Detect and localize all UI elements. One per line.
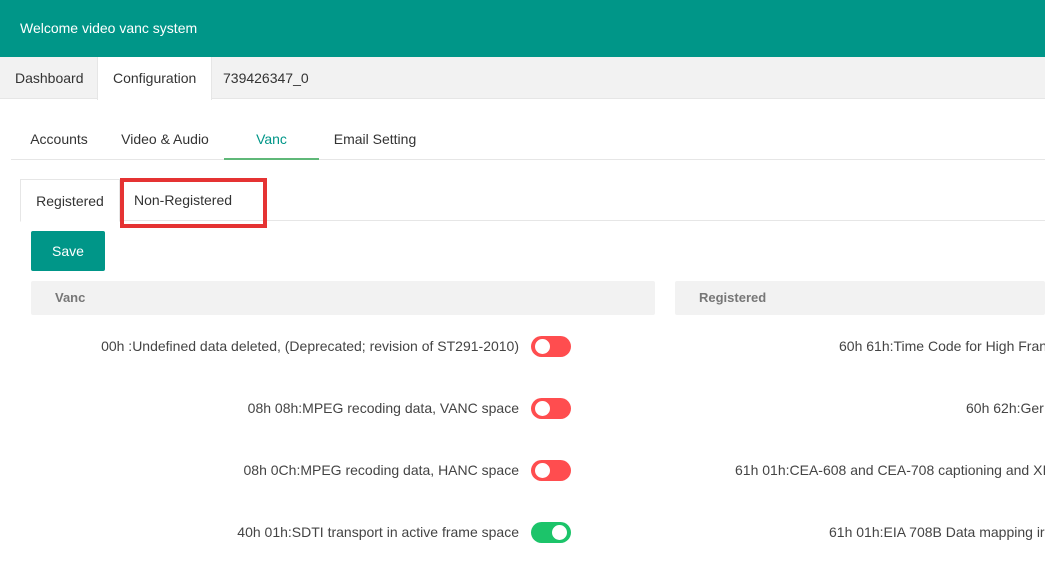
- subtab-video-audio[interactable]: Video & Audio: [108, 118, 222, 160]
- toggle-knob: [535, 401, 550, 416]
- tab-configuration-label: Configuration: [113, 70, 197, 86]
- registered-row: 61h 01h:EIA 708B Data mapping ir: [675, 517, 1045, 547]
- vanc-toggle-switch[interactable]: [531, 522, 571, 543]
- toggle-knob: [535, 463, 550, 478]
- subtab-vanc-label: Vanc: [256, 131, 287, 147]
- tab-739426347-0[interactable]: 739426347_0: [208, 57, 324, 99]
- registered-row: 61h 01h:CEA-608 and CEA-708 captioning a…: [675, 455, 1045, 485]
- vanc-row-label: 08h 0Ch:MPEG recoding data, HANC space: [243, 462, 519, 478]
- subtab-accounts-label: Accounts: [30, 131, 88, 147]
- subtab-email-setting[interactable]: Email Setting: [323, 118, 427, 160]
- vanc-toggle-switch[interactable]: [531, 460, 571, 481]
- vanc-row: 40h 01h:SDTI transport in active frame s…: [31, 517, 591, 547]
- tab-739426347-0-label: 739426347_0: [223, 70, 309, 86]
- vanc-row: 00h :Undefined data deleted, (Deprecated…: [31, 331, 591, 361]
- vanc-toggle-switch[interactable]: [531, 336, 571, 357]
- registered-row-label: 61h 01h:EIA 708B Data mapping ir: [829, 524, 1045, 540]
- vanc-card-tab-bar: Registered Non-Registered: [20, 179, 1045, 222]
- registered-row: 60h 61h:Time Code for High Fran: [675, 331, 1045, 361]
- app-title: Welcome video vanc system: [20, 20, 198, 36]
- tab-dashboard-label: Dashboard: [15, 70, 84, 86]
- vanc-row-label: 40h 01h:SDTI transport in active frame s…: [237, 524, 519, 540]
- config-sub-tab-bar: Accounts Video & Audio Vanc Email Settin…: [11, 118, 1045, 160]
- registered-row-label: 60h 62h:Ger: [966, 400, 1044, 416]
- registered-row-label: 60h 61h:Time Code for High Fran: [839, 338, 1045, 354]
- cardtab-registered-label: Registered: [36, 193, 104, 209]
- registered-row: 60h 62h:Ger: [675, 393, 1045, 423]
- registered-column-header: Registered: [675, 281, 1045, 315]
- tab-configuration[interactable]: Configuration: [97, 57, 213, 100]
- vanc-row: 08h 08h:MPEG recoding data, VANC space: [31, 393, 591, 423]
- registered-column-header-label: Registered: [699, 290, 767, 305]
- vanc-row-label: 08h 08h:MPEG recoding data, VANC space: [247, 400, 519, 416]
- subtab-email-setting-label: Email Setting: [333, 131, 417, 147]
- vanc-row-label: 00h :Undefined data deleted, (Deprecated…: [101, 338, 519, 354]
- subtab-video-audio-label: Video & Audio: [121, 131, 209, 147]
- toggle-knob: [552, 525, 567, 540]
- registered-row-label: 61h 01h:CEA-608 and CEA-708 captioning a…: [735, 462, 1045, 478]
- subtab-accounts[interactable]: Accounts: [15, 118, 103, 160]
- save-button[interactable]: Save: [31, 231, 105, 271]
- vanc-column-header: Vanc: [31, 281, 655, 315]
- subtab-vanc[interactable]: Vanc: [224, 118, 319, 160]
- vanc-column-header-label: Vanc: [55, 290, 86, 305]
- tab-dashboard[interactable]: Dashboard: [0, 57, 99, 99]
- cardtab-non-registered-label: Non-Registered: [133, 192, 233, 208]
- vanc-row: 08h 0Ch:MPEG recoding data, HANC space: [31, 455, 591, 485]
- app-header: Welcome video vanc system: [0, 0, 1045, 57]
- vanc-toggle-switch[interactable]: [531, 398, 571, 419]
- cardtab-non-registered[interactable]: Non-Registered: [124, 179, 242, 221]
- cardtab-registered[interactable]: Registered: [20, 179, 120, 222]
- main-tab-bar: Dashboard Configuration 739426347_0: [0, 57, 1045, 100]
- toggle-knob: [535, 339, 550, 354]
